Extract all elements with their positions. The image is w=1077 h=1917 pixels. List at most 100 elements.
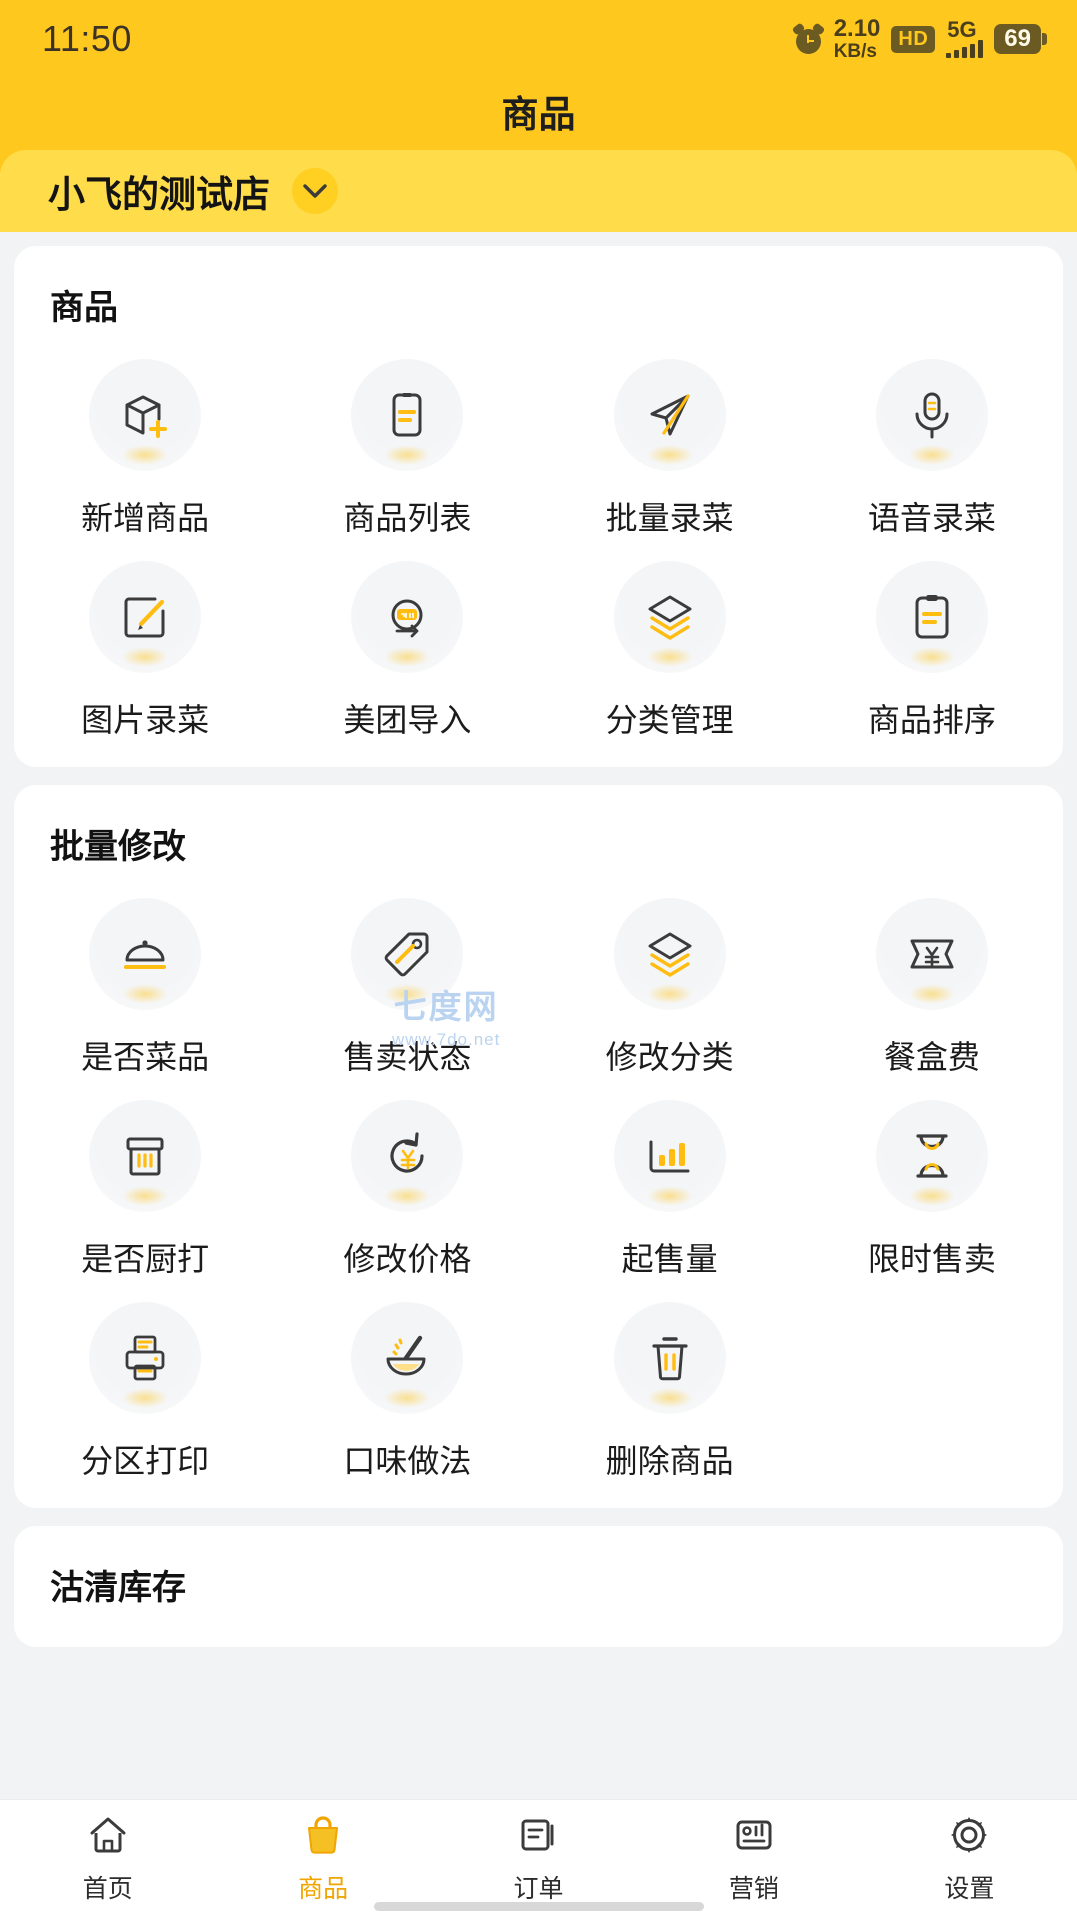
tile-label: 口味做法 xyxy=(343,1443,472,1479)
yuan-ticket-icon xyxy=(875,898,988,1010)
tile-delete-product[interactable]: 删除商品 xyxy=(539,1284,801,1482)
tile-sale-status[interactable]: 售卖状态 xyxy=(276,880,538,1078)
tile-kitchen-print[interactable]: 是否厨打 xyxy=(14,1082,276,1280)
status-bar: 11:50 2.10 KB/s HD 5G 69 xyxy=(0,0,1077,78)
status-time: 11:50 xyxy=(42,18,132,59)
battery-level: 69 xyxy=(994,24,1041,54)
section-title: 商品 xyxy=(50,289,118,327)
clipboard-sort-icon xyxy=(875,561,988,673)
tile-edit-price[interactable]: 修改价格 xyxy=(276,1082,538,1280)
bottom-navigation: 首页 商品 订单 营销 设置 xyxy=(0,1799,1077,1917)
tile-label: 限时售卖 xyxy=(867,1241,996,1277)
hourglass-icon xyxy=(875,1100,988,1212)
section-title: 批量修改 xyxy=(50,828,186,866)
tile-limited-time-sale[interactable]: 限时售卖 xyxy=(801,1082,1063,1280)
tile-edit-category[interactable]: 修改分类 xyxy=(539,880,801,1078)
nav-item-marketing[interactable]: 营销 xyxy=(646,1812,861,1905)
kitchen-print-icon xyxy=(89,1100,202,1212)
tile-product-list[interactable]: 商品列表 xyxy=(276,341,538,539)
tile-new-product[interactable]: 新增商品 xyxy=(14,341,276,539)
tile-taste-method[interactable]: 口味做法 xyxy=(276,1284,538,1482)
price-tag-icon xyxy=(351,898,464,1010)
tile-box-fee[interactable]: 餐盒费 xyxy=(801,880,1063,1078)
section-card-products: 商品 新增商品 商品列表 批量录菜 语音录菜 图片录菜 美团导入 分类管理 商品… xyxy=(14,246,1063,767)
cloche-dish-icon xyxy=(89,898,202,1010)
store-name: 小飞的测试店 xyxy=(48,174,270,215)
tile-label: 语音录菜 xyxy=(867,500,996,536)
network-speed-value: 2.10 xyxy=(833,15,881,43)
network-speed: 2.10 KB/s xyxy=(833,15,881,62)
tile-zone-print[interactable]: 分区打印 xyxy=(14,1284,276,1482)
bar-chart-icon xyxy=(613,1100,726,1212)
nav-label: 设置 xyxy=(944,1875,995,1903)
printer-icon xyxy=(89,1302,202,1414)
phone-list-icon xyxy=(351,359,464,471)
section-title: 沽清库存 xyxy=(50,1569,186,1607)
image-edit-icon xyxy=(89,561,202,673)
signal-indicator: 5G xyxy=(946,16,984,59)
alarm-clock-icon xyxy=(791,21,825,54)
tile-label: 修改分类 xyxy=(605,1039,734,1075)
tile-label: 新增商品 xyxy=(81,500,210,536)
tile-label: 起售量 xyxy=(621,1241,718,1277)
home-indicator xyxy=(373,1902,704,1911)
megaphone-chart-icon xyxy=(731,1812,777,1863)
tile-label: 删除商品 xyxy=(605,1443,734,1479)
network-speed-unit: KB/s xyxy=(833,40,877,62)
tile-label: 售卖状态 xyxy=(343,1039,472,1075)
tile-batch-entry[interactable]: 批量录菜 xyxy=(539,341,801,539)
tile-voice-entry[interactable]: 语音录菜 xyxy=(801,341,1063,539)
nav-item-products[interactable]: 商品 xyxy=(215,1812,430,1905)
tile-label: 修改价格 xyxy=(343,1241,472,1277)
store-selector[interactable]: 小飞的测试店 xyxy=(0,150,1077,232)
bowl-spoon-icon xyxy=(351,1302,464,1414)
shopping-bag-icon xyxy=(300,1812,346,1863)
gear-icon xyxy=(946,1812,992,1863)
tile-label: 图片录菜 xyxy=(81,702,210,738)
meituan-import-icon xyxy=(351,561,464,673)
main-scroll-area[interactable]: 商品 新增商品 商品列表 批量录菜 语音录菜 图片录菜 美团导入 分类管理 商品… xyxy=(0,232,1077,1799)
tile-is-dish[interactable]: 是否菜品 xyxy=(14,880,276,1078)
tile-category-manage[interactable]: 分类管理 xyxy=(539,543,801,741)
trash-icon xyxy=(613,1302,726,1414)
store-selector-strip: 小飞的测试店 xyxy=(0,144,1077,232)
tile-label: 美团导入 xyxy=(343,702,472,738)
network-type-label: 5G xyxy=(947,16,977,42)
page-title: 商品 xyxy=(501,94,576,135)
status-indicators: 2.10 KB/s HD 5G 69 xyxy=(791,15,1047,62)
layers-icon xyxy=(613,898,726,1010)
tile-label: 餐盒费 xyxy=(883,1039,980,1075)
nav-item-settings[interactable]: 设置 xyxy=(862,1812,1077,1905)
nav-label: 商品 xyxy=(298,1875,349,1903)
nav-label: 首页 xyxy=(82,1875,133,1903)
tile-min-order[interactable]: 起售量 xyxy=(539,1082,801,1280)
home-icon xyxy=(85,1812,131,1863)
icon-grid: 是否菜品 售卖状态 修改分类 餐盒费 是否厨打 修改价格 起售量 限时售卖 分区… xyxy=(14,880,1063,1482)
tile-image-entry[interactable]: 图片录菜 xyxy=(14,543,276,741)
nav-item-home[interactable]: 首页 xyxy=(0,1812,215,1905)
signal-bars-icon xyxy=(946,40,984,59)
tile-label: 分区打印 xyxy=(81,1443,210,1479)
nav-item-orders[interactable]: 订单 xyxy=(431,1812,646,1905)
nav-label: 订单 xyxy=(513,1875,564,1903)
rotate-price-icon xyxy=(351,1100,464,1212)
section-card-stock: 沽清库存 xyxy=(14,1526,1063,1647)
tile-label: 商品列表 xyxy=(343,500,472,536)
tile-label: 分类管理 xyxy=(605,702,734,738)
section-card-batch-edit: 批量修改 是否菜品 售卖状态 修改分类 餐盒费 是否厨打 修改价格 起售量 限时… xyxy=(14,785,1063,1508)
tile-product-sort[interactable]: 商品排序 xyxy=(801,543,1063,741)
layers-icon xyxy=(613,561,726,673)
paper-plane-icon xyxy=(613,359,726,471)
icon-grid: 新增商品 商品列表 批量录菜 语音录菜 图片录菜 美团导入 分类管理 商品排序 xyxy=(14,341,1063,741)
title-bar: 商品 xyxy=(0,78,1077,144)
battery-nub-icon xyxy=(1042,33,1047,45)
chevron-down-icon[interactable] xyxy=(292,168,338,214)
tile-label: 批量录菜 xyxy=(605,500,734,536)
battery-indicator: 69 xyxy=(994,24,1047,54)
tile-label: 商品排序 xyxy=(867,702,996,738)
tile-meituan-import[interactable]: 美团导入 xyxy=(276,543,538,741)
order-list-icon xyxy=(516,1812,562,1863)
nav-label: 营销 xyxy=(728,1875,779,1903)
hd-badge: HD xyxy=(891,25,936,53)
tile-label: 是否菜品 xyxy=(81,1039,210,1075)
